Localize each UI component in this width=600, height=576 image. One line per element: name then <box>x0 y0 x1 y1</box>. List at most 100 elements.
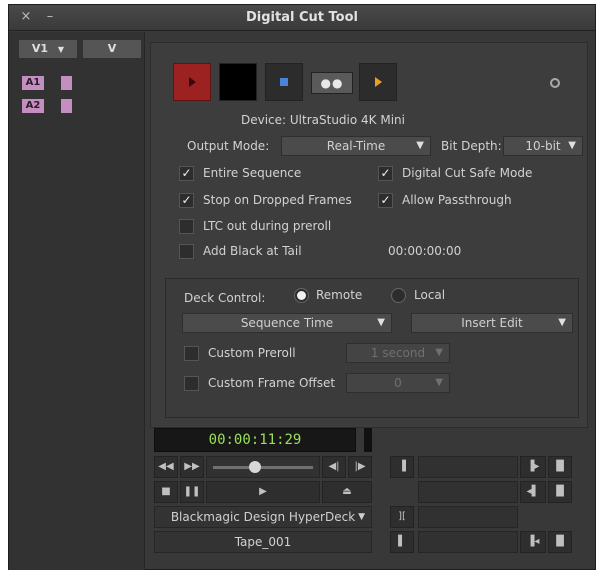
step-back-button[interactable]: ◀| <box>322 456 346 478</box>
black-button[interactable] <box>219 63 257 101</box>
v1-label: V1 <box>31 42 49 55</box>
custom-frame-offset-value: 0 <box>394 376 402 390</box>
edit-mode-dropdown[interactable]: Insert Edit ▼ <box>411 313 573 333</box>
timecode-marker <box>364 428 372 452</box>
output-mode-value: Real-Time <box>326 139 386 153</box>
output-mode-label: Output Mode: <box>187 139 270 153</box>
track-a2-monitor[interactable] <box>61 99 72 113</box>
time-mode-dropdown[interactable]: Sequence Time ▼ <box>182 313 392 333</box>
duration-button[interactable]: ][ <box>390 506 414 528</box>
deck-control-group: Deck Control: Remote Local Sequence Time… <box>165 278 579 418</box>
pause-button[interactable]: ●● <box>311 72 353 94</box>
custom-frame-offset-dropdown[interactable]: 0 ▼ <box>346 373 450 393</box>
pause-icon: ❚❚ <box>183 486 201 497</box>
fast-forward-icon: ▶▶ <box>184 461 200 472</box>
play-button[interactable] <box>359 63 397 101</box>
entire-sequence-checkbox[interactable]: ✓ <box>179 166 194 181</box>
remote-radio[interactable] <box>294 288 309 303</box>
clear-out-button[interactable]: ▐▌ <box>548 481 572 503</box>
duration-icon: ][ <box>398 511 406 522</box>
chevron-down-icon: ▼ <box>57 45 65 54</box>
bit-depth-dropdown[interactable]: 10-bit ▼ <box>503 136 583 156</box>
custom-preroll-checkbox[interactable] <box>184 346 199 361</box>
go-to-in-button[interactable]: ▐▸ <box>520 456 546 478</box>
pause-transport-button[interactable]: ❚❚ <box>180 481 204 503</box>
custom-preroll-label: Custom Preroll <box>208 346 296 360</box>
stop-transport-button[interactable]: ■ <box>154 481 178 503</box>
settings-panel: ●● Device: UltraStudio 4K Mini Output Mo… <box>150 42 588 428</box>
mark-out-field[interactable] <box>418 481 518 503</box>
play-transport-button[interactable]: ▶ <box>206 481 320 503</box>
stop-icon <box>280 78 288 86</box>
mark-out-button[interactable]: ▌ <box>390 531 414 553</box>
v1-track-button[interactable]: V1 ▼ <box>19 40 77 58</box>
mark-in-field[interactable] <box>418 456 518 478</box>
eject-button[interactable]: ⏏ <box>322 481 372 503</box>
clear-mark-out-icon: ▐▌ <box>552 536 568 547</box>
device-label: Device: UltraStudio 4K Mini <box>241 113 405 127</box>
allow-passthrough-label: Allow Passthrough <box>402 193 512 207</box>
allow-passthrough-checkbox[interactable]: ✓ <box>378 193 393 208</box>
go-to-out-icon: ◂▌ <box>526 486 540 497</box>
custom-frame-offset-checkbox[interactable] <box>184 376 199 391</box>
stop-button[interactable] <box>265 63 303 101</box>
slider-track <box>213 466 313 469</box>
add-black-timecode[interactable]: 00:00:00:00 <box>388 244 461 258</box>
chevron-down-icon: ▼ <box>416 140 424 151</box>
dots-icon: ●● <box>320 76 344 90</box>
add-black-checkbox[interactable] <box>179 244 194 259</box>
rewind-icon: ◀◀ <box>158 461 174 472</box>
deck-control-label: Deck Control: <box>184 291 266 305</box>
remote-label: Remote <box>316 288 363 302</box>
clear-mark-out-button[interactable]: ▐▌ <box>548 531 572 553</box>
bit-depth-label: Bit Depth: <box>441 139 502 153</box>
mark-out-icon: ▌ <box>398 536 406 547</box>
custom-preroll-value: 1 second <box>370 346 426 360</box>
go-to-in-icon: ▐▸ <box>526 461 540 472</box>
duration-field[interactable] <box>418 506 518 528</box>
track-a2-button[interactable]: A2 <box>22 99 44 113</box>
chevron-down-icon: ▼ <box>568 140 576 151</box>
go-to-out-button[interactable]: ◂▌ <box>520 481 546 503</box>
ltc-out-checkbox[interactable] <box>179 219 194 234</box>
window-title: Digital Cut Tool <box>246 10 358 25</box>
play-icon: ▶ <box>259 486 267 497</box>
custom-frame-offset-label: Custom Frame Offset <box>208 376 336 390</box>
eject-icon: ⏏ <box>342 486 352 497</box>
local-radio[interactable] <box>391 288 406 303</box>
mark-in-button[interactable]: ▐ <box>390 456 414 478</box>
custom-preroll-dropdown[interactable]: 1 second ▼ <box>346 343 450 363</box>
deck-device-dropdown[interactable]: Blackmagic Design HyperDeck ▼ <box>154 506 372 528</box>
record-button[interactable] <box>173 63 211 101</box>
clear-in-button[interactable]: ▐▌ <box>548 456 572 478</box>
mark-out-time-field[interactable] <box>418 531 518 553</box>
safe-mode-label: Digital Cut Safe Mode <box>402 166 533 180</box>
digital-cut-tool-window: × – Digital Cut Tool V1 ▼ V A1 A2 ●● Dev… <box>8 4 596 570</box>
edit-mode-value: Insert Edit <box>461 316 523 330</box>
track-a1-monitor[interactable] <box>61 76 72 90</box>
go-to-mark-out-button[interactable]: ▐◂ <box>520 531 546 553</box>
v-source-button[interactable]: V <box>83 40 141 58</box>
tape-name-field[interactable]: Tape_001 <box>154 531 372 553</box>
time-mode-value: Sequence Time <box>240 316 334 330</box>
output-mode-dropdown[interactable]: Real-Time ▼ <box>281 136 431 156</box>
rewind-button[interactable]: ◀◀ <box>154 456 178 478</box>
safe-mode-checkbox[interactable]: ✓ <box>378 166 393 181</box>
chevron-down-icon: ▼ <box>435 377 443 388</box>
step-forward-button[interactable]: |▶ <box>348 456 372 478</box>
stop-dropped-frames-checkbox[interactable]: ✓ <box>179 193 194 208</box>
entire-sequence-label: Entire Sequence <box>203 166 302 180</box>
slider-thumb[interactable] <box>249 461 261 473</box>
fast-forward-button[interactable]: ▶▶ <box>180 456 204 478</box>
clear-in-icon: ▐▌ <box>552 461 568 472</box>
mark-in-icon: ▐ <box>398 461 406 472</box>
chevron-down-icon: ▼ <box>558 317 566 328</box>
stop-square-icon: ■ <box>161 486 171 497</box>
track-a1-button[interactable]: A1 <box>22 76 44 90</box>
clear-out-icon: ▐▌ <box>552 486 568 497</box>
bit-depth-value: 10-bit <box>525 139 561 153</box>
step-forward-icon: |▶ <box>354 461 366 472</box>
shuttle-slider[interactable] <box>206 456 320 478</box>
stop-dropped-frames-label: Stop on Dropped Frames <box>203 193 352 207</box>
local-label: Local <box>414 288 446 302</box>
